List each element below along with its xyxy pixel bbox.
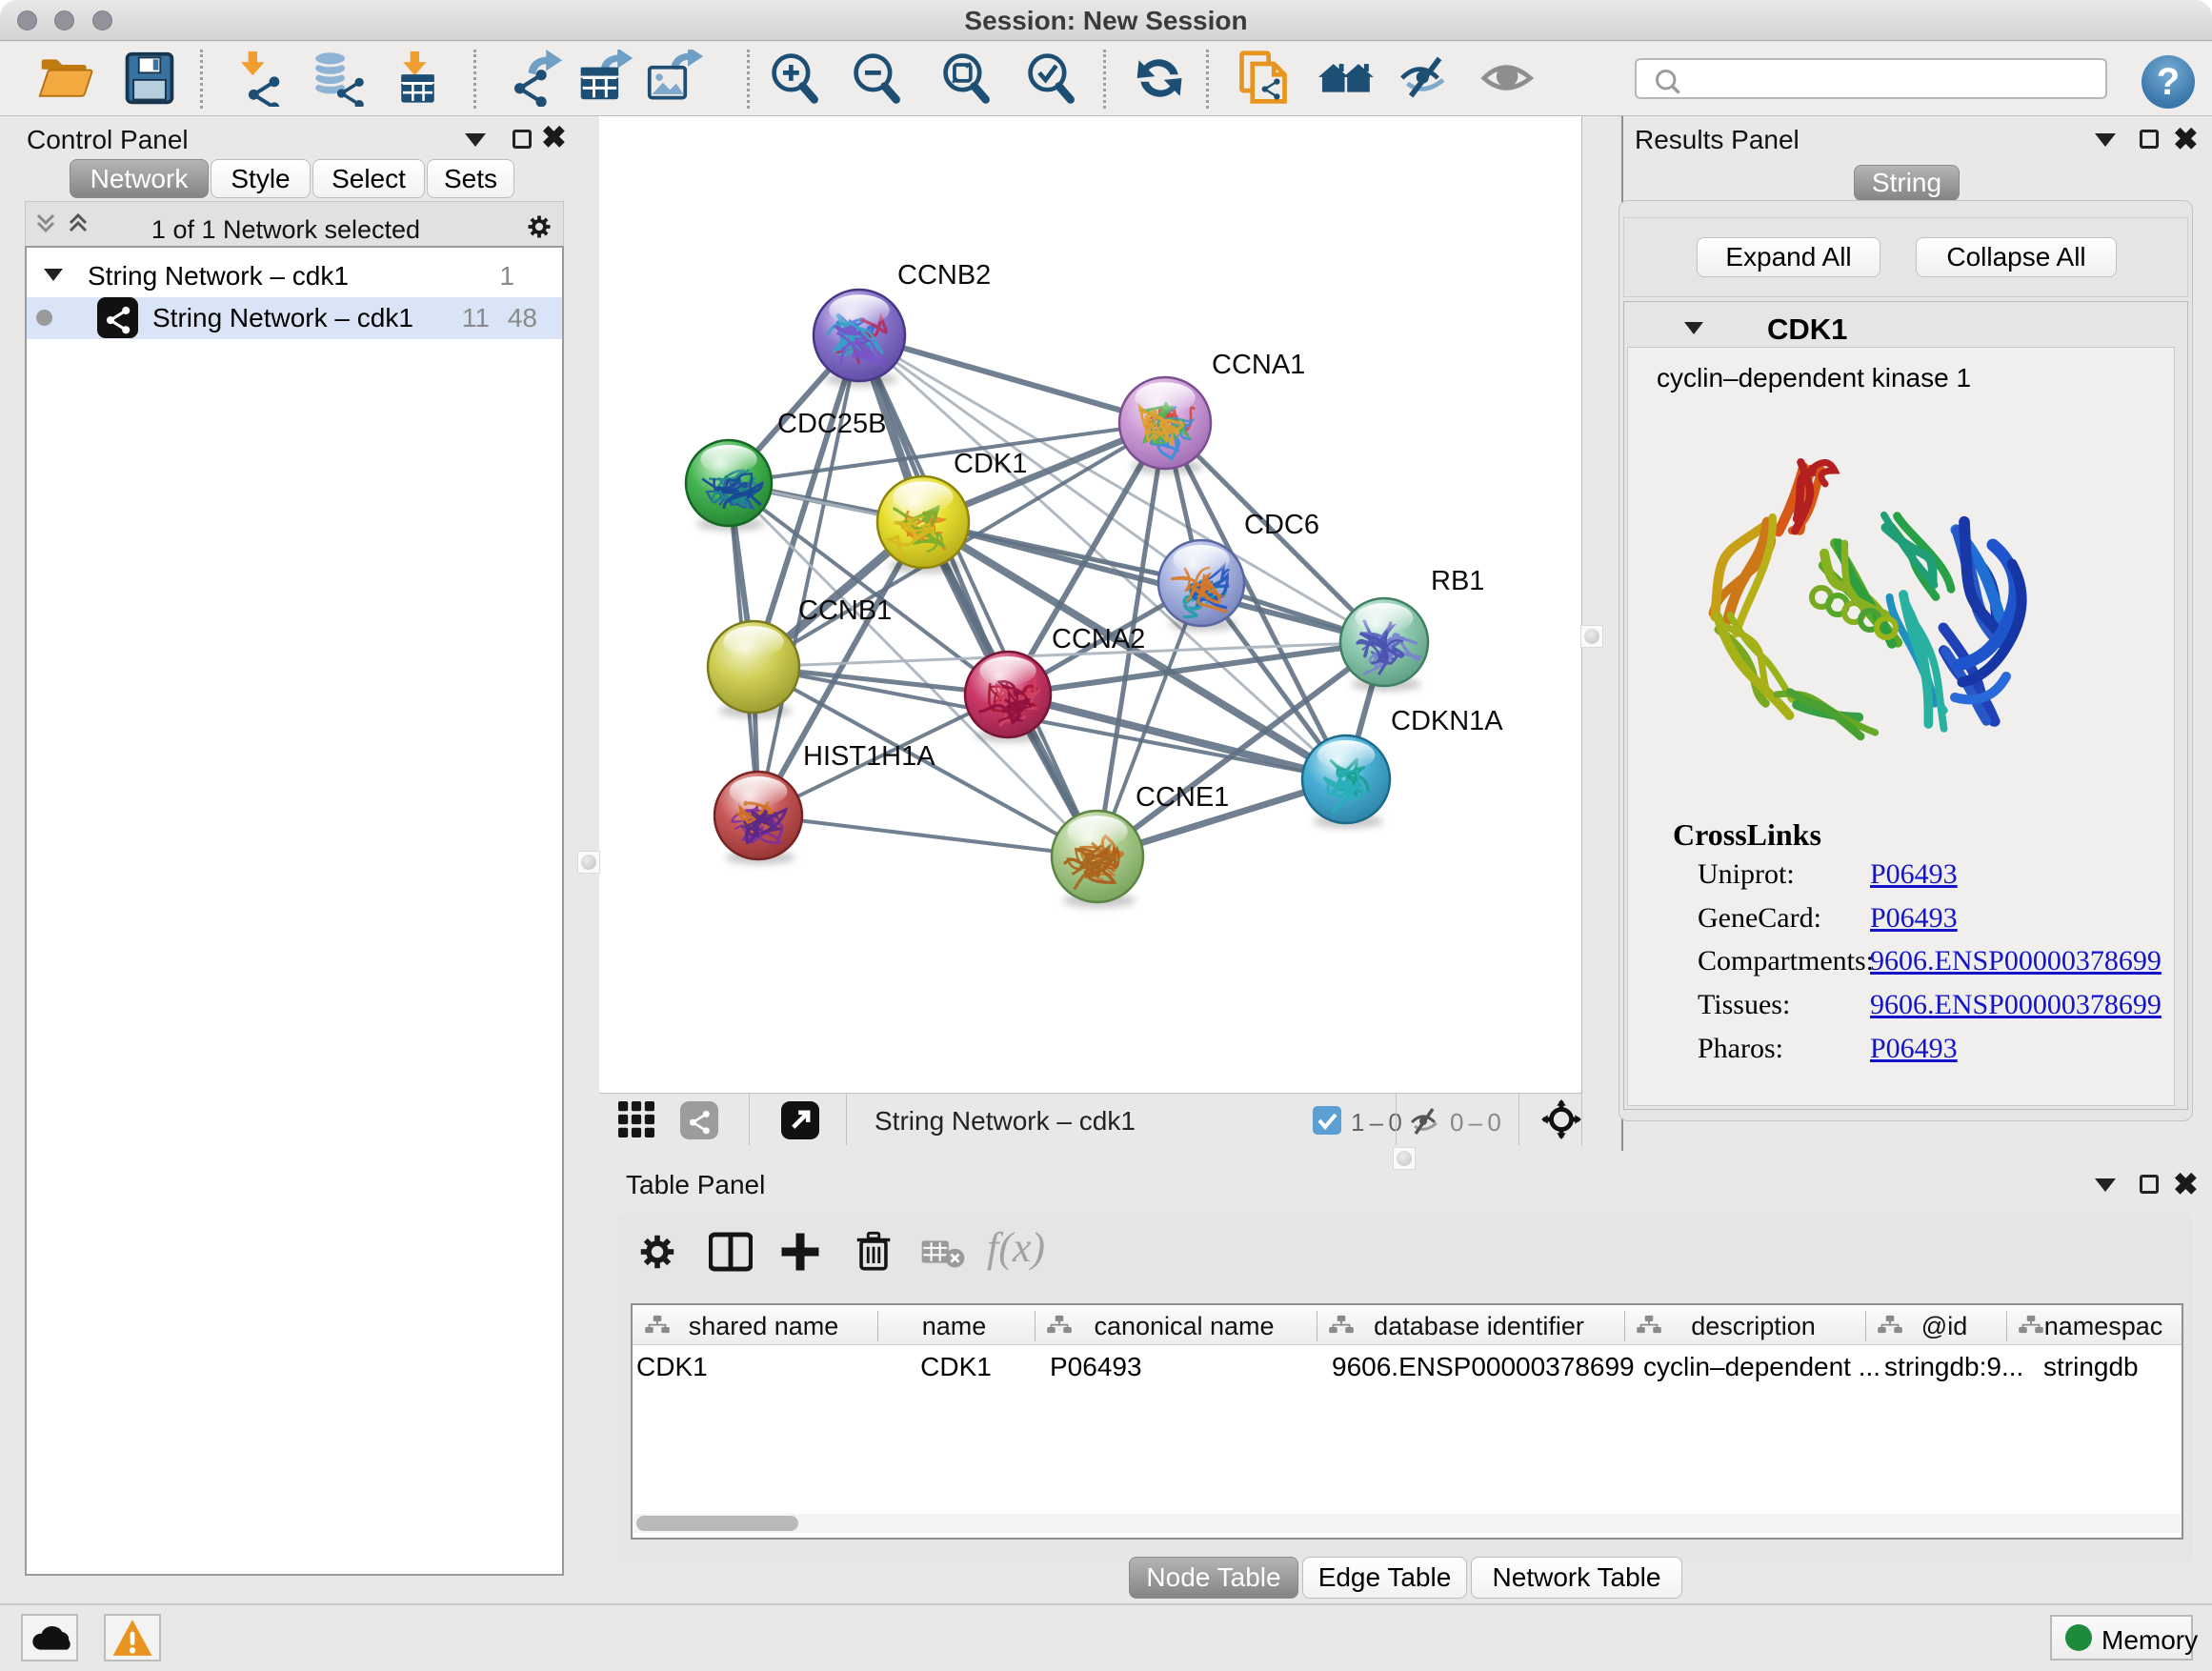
svg-text:CDKN1A: CDKN1A [1391, 706, 1503, 736]
svg-text:HIST1H1A: HIST1H1A [803, 741, 935, 772]
svg-text:CCNB1: CCNB1 [798, 595, 892, 626]
svg-text:CDC6: CDC6 [1244, 510, 1319, 540]
svg-text:CCNB2: CCNB2 [897, 260, 991, 291]
svg-text:RB1: RB1 [1431, 566, 1484, 596]
svg-text:CCNA2: CCNA2 [1052, 624, 1145, 654]
svg-text:CCNA1: CCNA1 [1212, 350, 1305, 380]
svg-text:CDC25B: CDC25B [777, 409, 886, 439]
svg-text:CDK1: CDK1 [954, 449, 1027, 479]
svg-text:CCNE1: CCNE1 [1136, 782, 1229, 813]
